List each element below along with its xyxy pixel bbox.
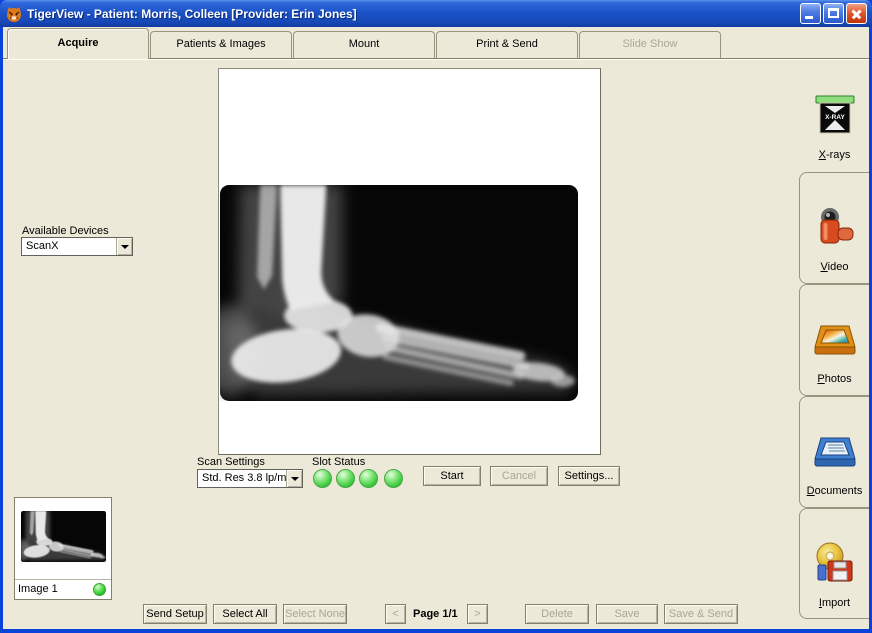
scan-settings-value: Std. Res 3.8 lp/mm xyxy=(202,472,296,484)
available-devices-select[interactable]: ScanX xyxy=(21,237,133,256)
sidebar-item-label: Video xyxy=(821,261,849,273)
app-window: TigerView - Patient: Morris, Colleen [Pr… xyxy=(0,0,872,633)
window-title: TigerView - Patient: Morris, Colleen [Pr… xyxy=(27,7,357,21)
scan-settings-label: Scan Settings xyxy=(197,456,265,468)
acquired-xray-image[interactable] xyxy=(220,185,578,401)
slot-status-indicator-2 xyxy=(336,469,355,488)
page-indicator: Page 1/1 xyxy=(413,604,458,624)
send-setup-button[interactable]: Send Setup xyxy=(143,604,207,624)
slot-status-indicator-3 xyxy=(359,469,378,488)
tab-acquire[interactable]: Acquire xyxy=(7,28,149,59)
minimize-icon[interactable] xyxy=(800,3,821,24)
thumbnail-footer: Image 1 xyxy=(15,579,111,599)
chevron-down-icon[interactable] xyxy=(116,238,132,255)
slot-status-indicator-1 xyxy=(313,469,332,488)
sidebar-item-label: X-rays xyxy=(819,149,851,161)
sidebar-item-xrays[interactable]: X-RAY X-rays xyxy=(799,60,869,172)
sidebar-item-video[interactable]: Video xyxy=(799,172,869,284)
sidebar-item-label: Documents xyxy=(807,485,863,497)
sidebar-item-documents[interactable]: Documents xyxy=(799,396,869,508)
app-content: Acquire Patients & Images Mount Print & … xyxy=(3,27,869,629)
delete-button[interactable]: Delete xyxy=(525,604,589,624)
import-cd-floppy-icon xyxy=(813,541,857,585)
document-scanner-icon xyxy=(813,429,857,473)
film-canvas xyxy=(218,68,601,455)
select-all-button[interactable]: Select All xyxy=(213,604,277,624)
xray-viewer-icon: X-RAY xyxy=(813,93,857,137)
available-devices-value: ScanX xyxy=(26,240,58,252)
sidebar-item-label: Photos xyxy=(817,373,851,385)
save-and-send-button[interactable]: Save & Send xyxy=(664,604,738,624)
camcorder-icon xyxy=(813,205,857,249)
image-status-dot xyxy=(93,583,106,596)
tab-mount[interactable]: Mount xyxy=(293,31,435,58)
select-none-button[interactable]: Select None xyxy=(283,604,347,624)
settings-button[interactable]: Settings... xyxy=(558,466,620,486)
svg-text:X-RAY: X-RAY xyxy=(825,114,845,121)
tab-print-send[interactable]: Print & Send xyxy=(436,31,578,58)
photo-scanner-icon xyxy=(813,317,857,361)
tab-slide-show[interactable]: Slide Show xyxy=(579,31,721,58)
sidebar-item-import[interactable]: Import xyxy=(799,508,869,619)
titlebar: TigerView - Patient: Morris, Colleen [Pr… xyxy=(0,0,872,27)
cancel-button[interactable]: Cancel xyxy=(490,466,548,486)
sidebar-item-photos[interactable]: Photos xyxy=(799,284,869,396)
slot-status-label: Slot Status xyxy=(312,456,365,468)
save-button[interactable]: Save xyxy=(596,604,658,624)
scan-settings-select[interactable]: Std. Res 3.8 lp/mm xyxy=(197,469,303,488)
page-next-button[interactable]: > xyxy=(467,604,488,624)
slot-status-indicator-4 xyxy=(384,469,403,488)
tigerview-app-icon xyxy=(5,5,23,23)
close-icon[interactable] xyxy=(846,3,867,24)
maximize-icon[interactable] xyxy=(823,3,844,24)
sidebar-item-label: Import xyxy=(819,597,850,609)
chevron-down-icon[interactable] xyxy=(286,470,302,487)
thumbnail-xray-image[interactable] xyxy=(21,511,106,562)
thumbnail-label: Image 1 xyxy=(18,583,58,595)
page-prev-button[interactable]: < xyxy=(385,604,406,624)
image-thumbnail-panel[interactable]: Image 1 xyxy=(14,497,112,600)
available-devices-label: Available Devices xyxy=(22,225,109,237)
start-button[interactable]: Start xyxy=(423,466,481,486)
tab-patients-images[interactable]: Patients & Images xyxy=(150,31,292,58)
